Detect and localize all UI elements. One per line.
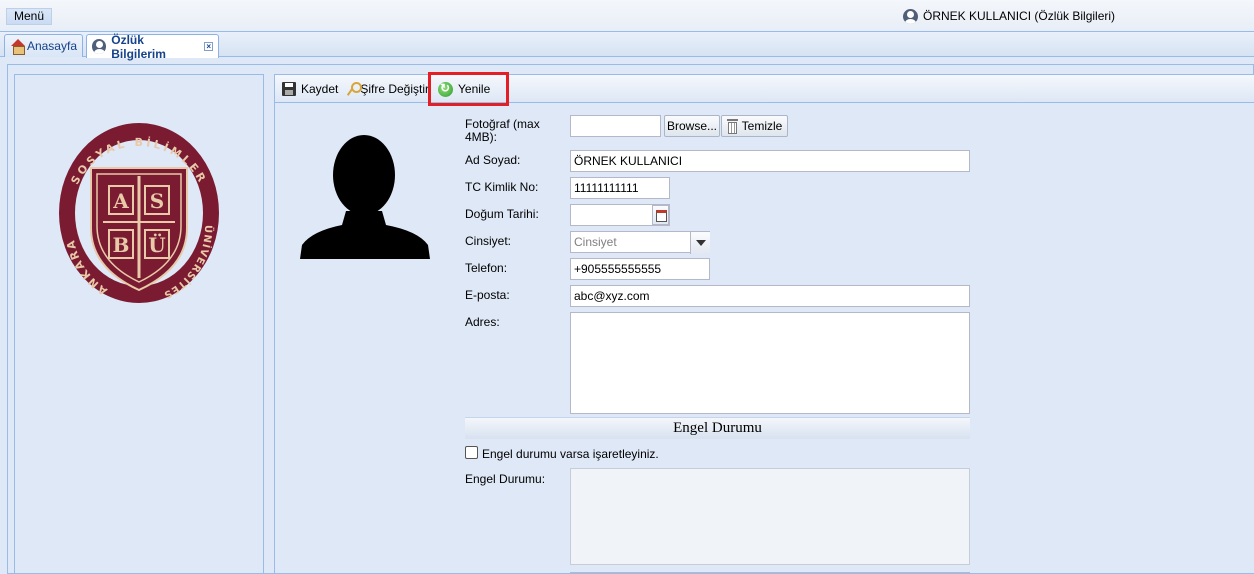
birth-date-label: Doğum Tarihi: — [465, 207, 539, 221]
address-label: Adres: — [465, 315, 500, 329]
menu-button[interactable]: Menü — [6, 8, 52, 25]
home-icon — [10, 39, 25, 55]
change-password-label: Şifre Değiştir — [360, 82, 429, 96]
email-input[interactable]: abc@xyz.com — [570, 285, 970, 307]
logo-letter-b: B — [113, 233, 130, 257]
logo-letter-u: Ü — [148, 232, 165, 257]
phone-input[interactable]: +905555555555 — [570, 258, 710, 280]
save-label: Kaydet — [301, 82, 339, 96]
save-button[interactable]: Kaydet — [282, 80, 338, 98]
logo-letter-a: A — [112, 189, 129, 213]
email-label: E-posta: — [465, 288, 510, 302]
clear-photo-label: Temizle — [741, 119, 783, 133]
gender-label: Cinsiyet: — [465, 234, 512, 248]
tc-input[interactable]: 11111111111 — [570, 177, 670, 199]
tab-active-label: Özlük Bilgilerim — [111, 32, 166, 61]
refresh-highlight-box — [428, 72, 509, 106]
disability-checkbox[interactable] — [465, 446, 478, 459]
disability-checkbox-label[interactable]: Engel durumu varsa işaretleyiniz. — [482, 447, 659, 461]
disability-textarea — [570, 468, 970, 565]
tab-strip: Anasayfa Özlük Bilgilerim × — [0, 32, 1254, 61]
photo-label: Fotoğraf (max 4MB): — [465, 117, 540, 144]
tab-home-label: Anasayfa — [26, 39, 77, 53]
key-icon — [347, 82, 363, 96]
top-bar: Menü ÖRNEK KULLANICI (Özlük Bilgileri) — [0, 0, 1254, 32]
close-icon[interactable]: × — [204, 42, 213, 51]
photo-file-input[interactable] — [570, 115, 661, 137]
university-logo: SOSYAL BİLİMLER ANKARA ÜNİVERSİTESİ A S … — [57, 118, 219, 303]
gender-select[interactable]: Cinsiyet — [570, 231, 710, 253]
user-icon — [903, 8, 918, 24]
disability-section-title: Engel Durumu — [465, 417, 970, 439]
name-input[interactable]: ÖRNEK KULLANICI — [570, 150, 970, 172]
name-label: Ad Soyad: — [465, 153, 521, 167]
chevron-down-icon[interactable] — [690, 232, 710, 254]
save-icon — [282, 82, 296, 96]
user-label: ÖRNEK KULLANICI (Özlük Bilgileri) — [923, 9, 1116, 23]
phone-label: Telefon: — [465, 261, 508, 275]
change-password-button[interactable]: Şifre Değiştir — [347, 80, 429, 98]
toolbar: Kaydet Şifre Değiştir Yenile — [275, 75, 1254, 103]
address-textarea[interactable] — [570, 312, 970, 414]
tab-home[interactable]: Anasayfa — [4, 34, 83, 57]
tab-ozluk-bilgilerim[interactable]: Özlük Bilgilerim × — [86, 32, 219, 61]
profile-photo-placeholder — [300, 135, 430, 259]
tc-label: TC Kimlik No: — [465, 180, 539, 194]
trash-icon — [726, 119, 738, 134]
logo-letter-s: S — [150, 189, 164, 213]
user-icon — [92, 39, 107, 54]
disability-field-label: Engel Durumu: — [465, 472, 546, 486]
clear-photo-button[interactable]: Temizle — [721, 115, 788, 137]
browse-button[interactable]: Browse... — [664, 115, 720, 137]
calendar-icon[interactable] — [652, 205, 669, 225]
user-info[interactable]: ÖRNEK KULLANICI (Özlük Bilgileri) — [903, 8, 1115, 24]
